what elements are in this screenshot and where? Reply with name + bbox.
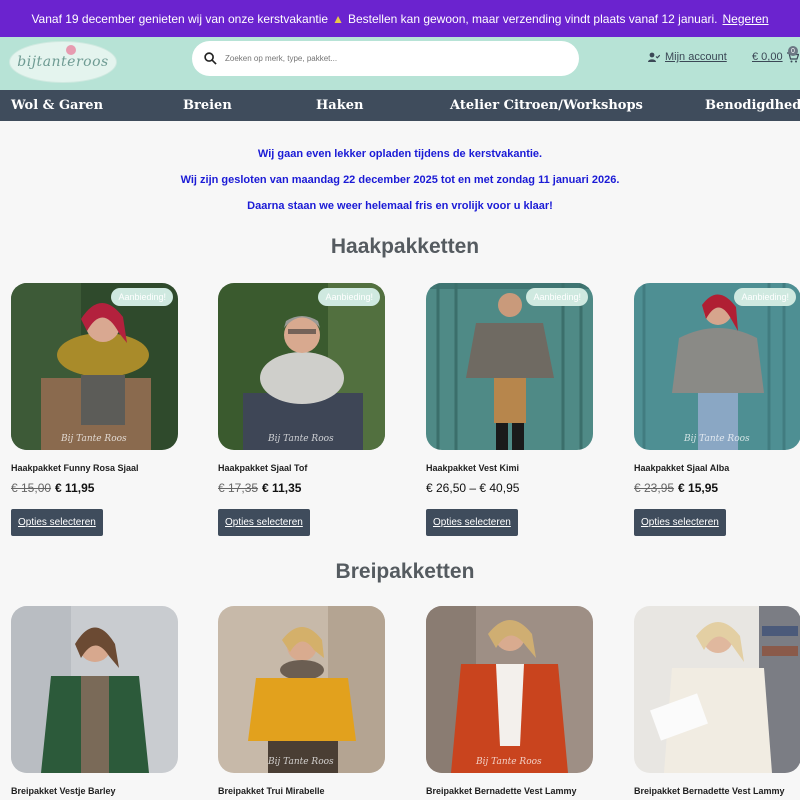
product-card: Breipakket Bernadette Vest Lammy: [634, 606, 800, 796]
promo-text: Vanaf 19 december genieten wij van onze …: [31, 11, 329, 26]
nav-item-wol-garen[interactable]: Wol & Garen: [11, 90, 103, 121]
promo-bar: Vanaf 19 december genieten wij van onze …: [0, 0, 800, 37]
product-image[interactable]: Aanbieding! Bij Tante Roos: [634, 283, 800, 450]
product-card: Aanbieding! Bij Tante Roos Haakpakket Sj…: [634, 283, 800, 536]
watermark: Bij Tante Roos: [268, 434, 334, 444]
product-title[interactable]: Haakpakket Funny Rosa Sjaal: [11, 463, 139, 473]
notice-line-3: Daarna staan we weer helemaal fris en vr…: [247, 200, 553, 212]
cart-total: € 0,00: [752, 51, 783, 63]
product-card: Aanbieding! Bij Tante Roos Haakpakket Sj…: [218, 283, 385, 536]
product-image[interactable]: Aanbieding! Bij Tante Roos: [218, 283, 385, 450]
cart-link[interactable]: € 0,00 0: [752, 46, 799, 63]
sale-badge: Aanbieding!: [526, 288, 588, 306]
watermark: Bij Tante Roos: [684, 434, 750, 444]
product-title[interactable]: Breipakket Trui Mirabelle: [218, 786, 325, 796]
product-title[interactable]: Haakpakket Sjaal Tof: [218, 463, 307, 473]
section-title-haakpakketten: Haakpakketten: [330, 235, 480, 258]
sale-badge: Aanbieding!: [734, 288, 796, 306]
search-bar[interactable]: [192, 41, 579, 76]
product-title[interactable]: Breipakket Vestje Barley: [11, 786, 116, 796]
main-nav: Wol & Garen Breien Haken Atelier Citroen…: [0, 90, 800, 121]
site-logo[interactable]: bijtanteroos: [9, 41, 117, 83]
search-icon: [204, 52, 217, 65]
product-card: Aanbieding! Haakpakket Vest Kimi € 26,50…: [426, 283, 593, 536]
account-label: Mijn account: [665, 51, 727, 63]
account-link[interactable]: Mijn account: [648, 51, 727, 63]
user-icon: [648, 52, 660, 62]
product-image[interactable]: Aanbieding! Bij Tante Roos: [11, 283, 178, 450]
product-image[interactable]: Bij Tante Roos: [426, 606, 593, 773]
nav-item-atelier[interactable]: Atelier Citroen/Workshops: [450, 90, 643, 121]
watermark: Bij Tante Roos: [268, 757, 334, 767]
product-price: € 17,35 € 11,35: [218, 481, 301, 495]
select-options-button[interactable]: Opties selecteren: [634, 509, 726, 536]
price-old: € 23,95: [634, 481, 675, 495]
notice-line-1: Wij gaan even lekker opladen tijdens de …: [257, 148, 543, 160]
search-input[interactable]: [225, 54, 525, 63]
select-options-button[interactable]: Opties selecteren: [426, 509, 518, 536]
site-header: bijtanteroos Mijn account € 0,00 0: [0, 37, 800, 90]
product-title[interactable]: Breipakket Bernadette Vest Lammy: [426, 786, 577, 796]
product-title[interactable]: Haakpakket Sjaal Alba: [634, 463, 729, 473]
promo-dismiss-link[interactable]: Negeren: [723, 12, 769, 26]
rose-icon: [66, 45, 76, 55]
product-image[interactable]: [11, 606, 178, 773]
nav-item-haken[interactable]: Haken: [316, 90, 363, 121]
product-image[interactable]: Aanbieding!: [426, 283, 593, 450]
promo-text-2: Bestellen kan gewoon, maar verzending vi…: [347, 11, 718, 26]
price-new: € 11,95: [55, 481, 95, 495]
watermark: Bij Tante Roos: [61, 434, 127, 444]
sale-badge: Aanbieding!: [111, 288, 173, 306]
watermark: Bij Tante Roos: [476, 757, 542, 767]
product-card: Bij Tante Roos Breipakket Trui Mirabelle: [218, 606, 385, 796]
product-card: Bij Tante Roos Breipakket Bernadette Ves…: [426, 606, 593, 796]
product-title[interactable]: Haakpakket Vest Kimi: [426, 463, 519, 473]
notice-line-2: Wij zijn gesloten van maandag 22 decembe…: [180, 174, 620, 186]
section-title-breipakketten: Breipakketten: [335, 560, 475, 583]
product-price: € 26,50 – € 40,95: [426, 481, 520, 495]
christmas-tree-icon: ▲: [332, 11, 344, 26]
product-price: € 23,95 € 15,95: [634, 481, 718, 495]
product-title[interactable]: Breipakket Bernadette Vest Lammy: [634, 786, 785, 796]
nav-item-benodigdheden[interactable]: Benodigdheden: [705, 90, 800, 121]
product-card: Breipakket Vestje Barley: [11, 606, 178, 796]
price-old: € 15,00: [11, 481, 52, 495]
cart-count-badge: 0: [788, 46, 798, 56]
logo-text: bijtanteroos: [17, 54, 109, 70]
product-card: Aanbieding! Bij Tante Roos Haakpakket Fu…: [11, 283, 178, 536]
product-image[interactable]: Bij Tante Roos: [218, 606, 385, 773]
price-new: € 11,35: [262, 481, 302, 495]
sale-badge: Aanbieding!: [318, 288, 380, 306]
select-options-button[interactable]: Opties selecteren: [11, 509, 103, 536]
select-options-button[interactable]: Opties selecteren: [218, 509, 310, 536]
nav-item-breien[interactable]: Breien: [183, 90, 232, 121]
price-new: € 15,95: [678, 481, 719, 495]
product-price: € 15,00 € 11,95: [11, 481, 94, 495]
price-old: € 17,35: [218, 481, 259, 495]
product-image[interactable]: [634, 606, 800, 773]
